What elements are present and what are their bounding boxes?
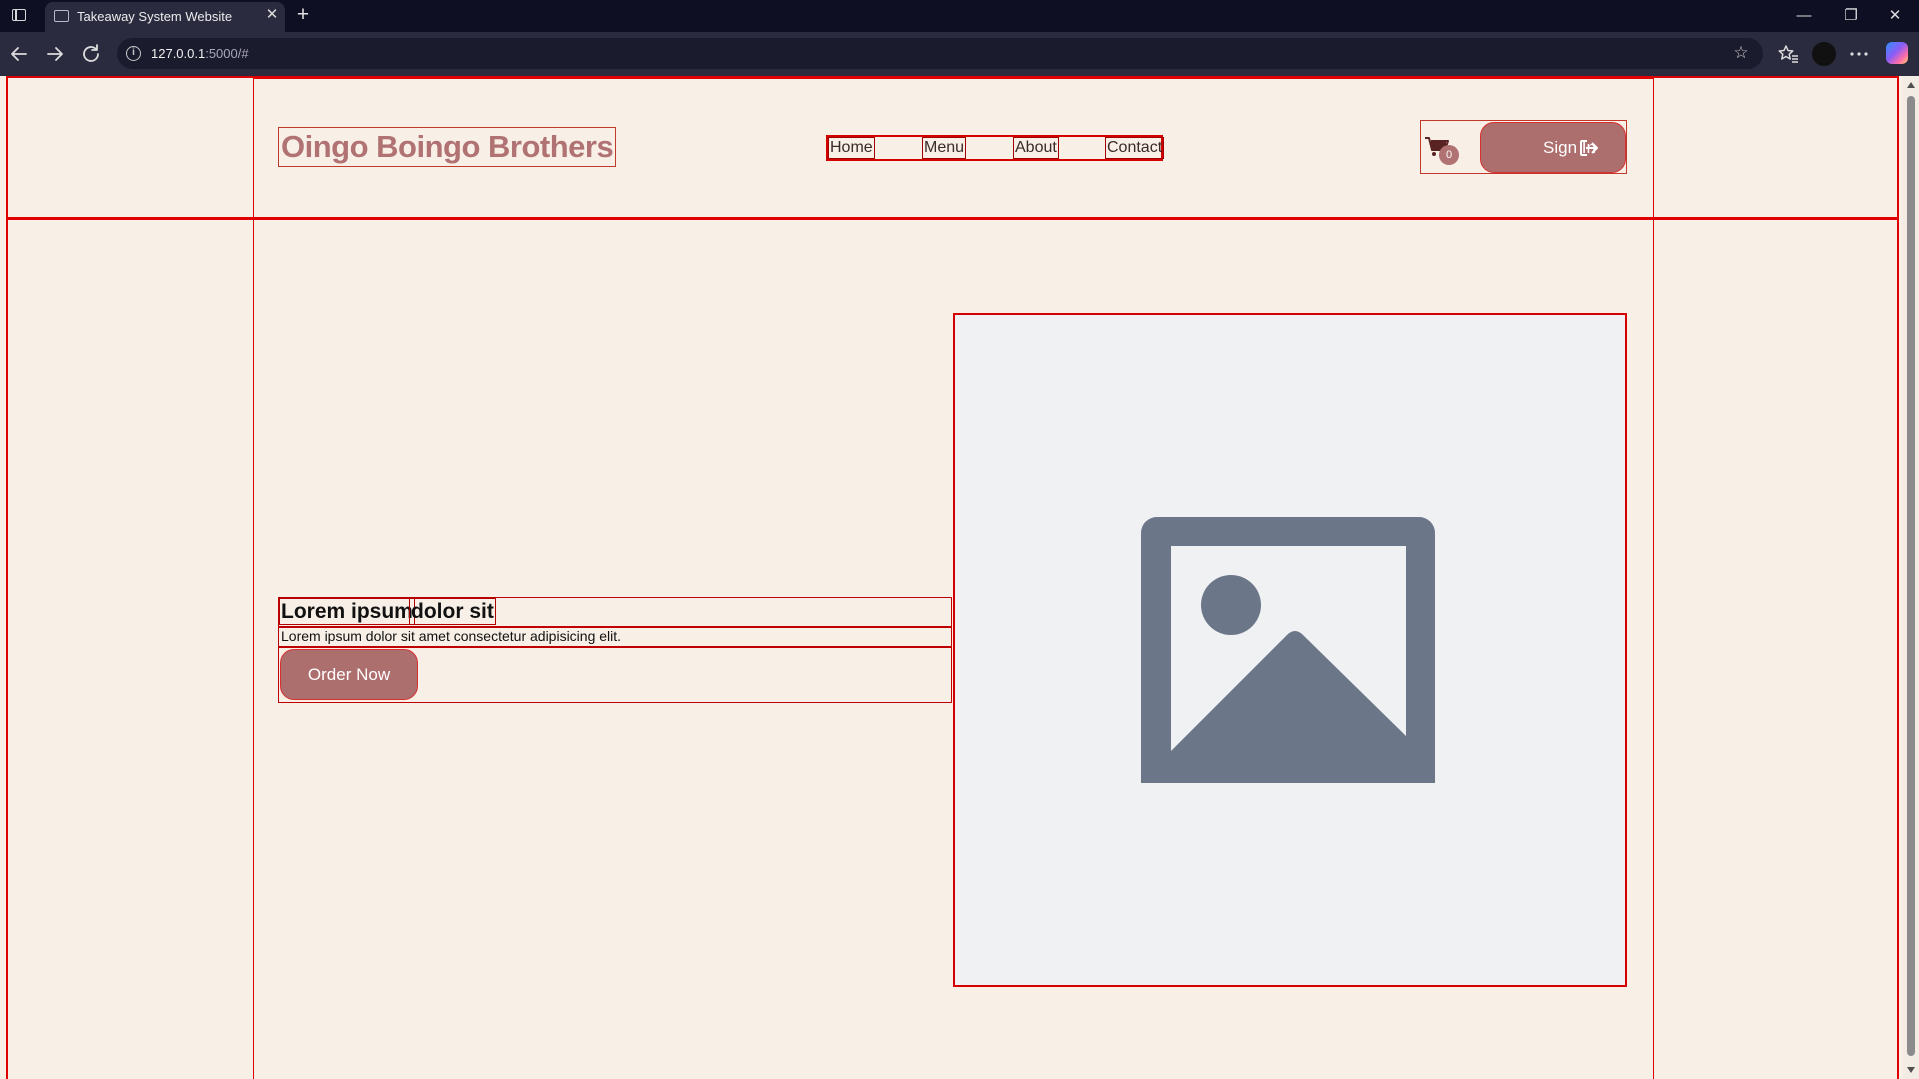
- nav-link-menu[interactable]: Menu: [922, 137, 967, 159]
- cart-count-badge: 0: [1439, 145, 1459, 165]
- hero-image-placeholder: [953, 313, 1627, 987]
- forward-icon[interactable]: [43, 42, 67, 66]
- nav-link-contact[interactable]: Contact: [1105, 137, 1165, 159]
- image-placeholder-icon: [1141, 517, 1435, 783]
- site-info-icon[interactable]: i: [126, 46, 141, 61]
- main-navigation: Home Menu About Contact: [826, 135, 1165, 161]
- header-actions: 0 Sign In: [1420, 120, 1627, 174]
- restore-icon[interactable]: ❐: [1841, 6, 1861, 26]
- profile-avatar[interactable]: [1812, 42, 1836, 66]
- hero-subtitle: Lorem ipsum dolor sit amet consectetur a…: [278, 627, 952, 647]
- nav-link-about[interactable]: About: [1013, 137, 1059, 159]
- page-favicon-icon: [54, 10, 69, 22]
- close-window-icon[interactable]: ✕: [1885, 6, 1905, 26]
- site-logo[interactable]: Oingo Boingo Brothers: [278, 127, 617, 167]
- minimize-icon[interactable]: —: [1794, 6, 1814, 26]
- url-text[interactable]: 127.0.0.1:5000/#: [151, 46, 249, 61]
- browser-tab[interactable]: Takeaway System Website ✕: [45, 2, 285, 32]
- favorites-icon[interactable]: [1776, 42, 1800, 66]
- hero-title: Lorem ipsum dolor sit: [278, 597, 952, 627]
- close-tab-icon[interactable]: ✕: [263, 6, 281, 24]
- new-tab-icon[interactable]: +: [292, 4, 314, 26]
- more-options-icon[interactable]: [1847, 42, 1871, 66]
- favorite-star-icon[interactable]: ☆: [1731, 43, 1751, 63]
- page-viewport: Oingo Boingo Brothers Home Menu About Co…: [0, 76, 1919, 1079]
- tab-actions-icon[interactable]: [12, 9, 26, 21]
- scroll-up-icon[interactable]: [1907, 82, 1915, 88]
- scroll-thumb[interactable]: [1907, 96, 1915, 1056]
- nav-link-home[interactable]: Home: [828, 137, 875, 159]
- address-bar[interactable]: i 127.0.0.1:5000/# ☆: [117, 38, 1763, 69]
- order-now-button[interactable]: Order Now: [280, 649, 418, 700]
- browser-toolbar: i 127.0.0.1:5000/# ☆: [0, 32, 1919, 76]
- hero-cta-container: Order Now: [278, 647, 952, 703]
- back-icon[interactable]: [7, 42, 31, 66]
- hero-title-word: Lorem ipsum: [279, 598, 415, 625]
- hero-title-word: dolor sit: [409, 598, 496, 625]
- reload-icon[interactable]: [79, 42, 103, 66]
- sign-in-arrow-icon: [1580, 140, 1598, 156]
- tab-title: Takeaway System Website: [77, 9, 233, 24]
- browser-titlebar: Takeaway System Website ✕ + — ❐ ✕: [0, 0, 1919, 32]
- copilot-icon[interactable]: [1886, 42, 1908, 64]
- page-scrollbar[interactable]: [1903, 76, 1919, 1079]
- sign-in-button[interactable]: Sign In: [1480, 122, 1626, 173]
- scroll-down-icon[interactable]: [1907, 1067, 1915, 1073]
